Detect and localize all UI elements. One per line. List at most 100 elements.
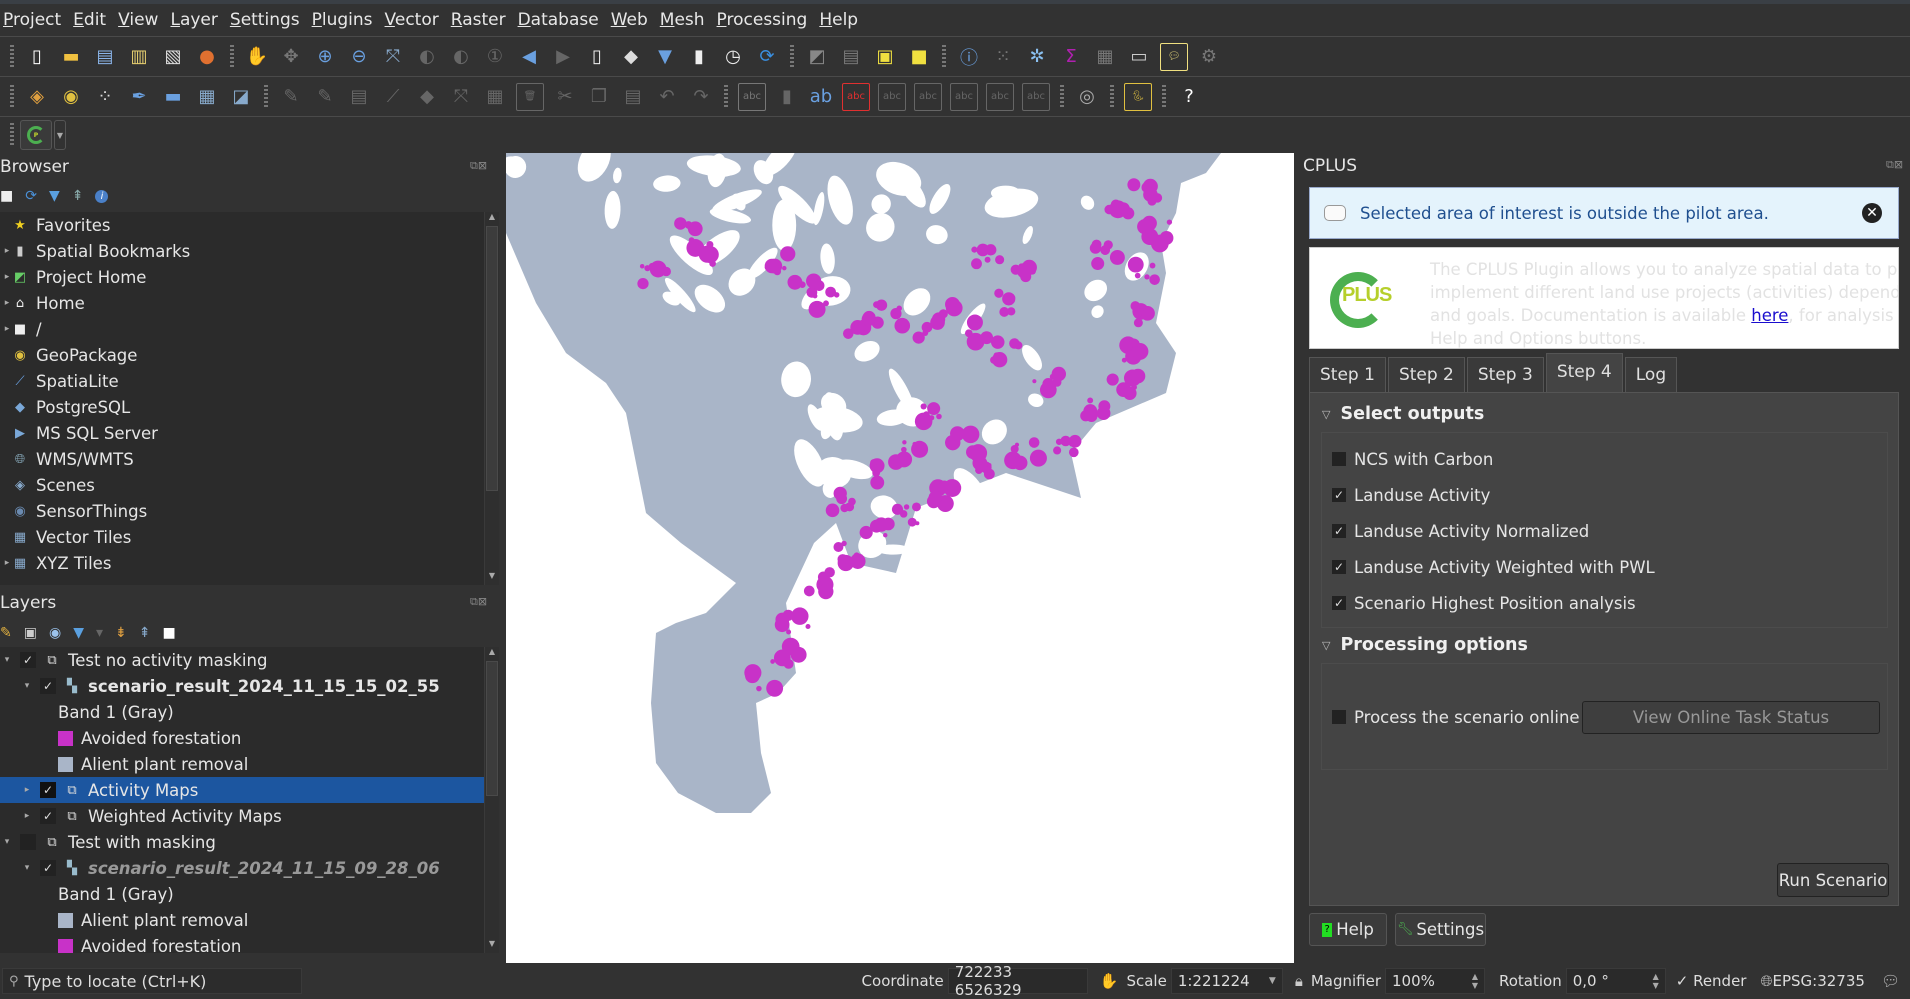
checkbox[interactable]: ✓: [1332, 524, 1346, 538]
menu-mesh[interactable]: Mesh: [657, 10, 714, 30]
deselect-icon[interactable]: ▣: [872, 44, 898, 70]
run-scenario-button[interactable]: Run Scenario: [1777, 863, 1889, 897]
legend-header[interactable]: Band 1 (Gray): [0, 699, 484, 725]
open-attribute-table-icon[interactable]: ▤: [838, 44, 864, 70]
scroll-up-icon[interactable]: ▲: [485, 647, 499, 661]
output-option-checkbox[interactable]: ✓ Landuse Activity Normalized: [1332, 513, 1589, 549]
new-virtual-layer-icon[interactable]: ▬: [160, 84, 186, 110]
data-source-manager-icon[interactable]: ◈: [24, 84, 50, 110]
new-temporary-scratch-layer-icon[interactable]: ⁘: [92, 84, 118, 110]
scroll-down-icon[interactable]: ▼: [485, 571, 499, 585]
settings-button[interactable]: 🔧︎ Settings: [1395, 913, 1486, 946]
close-panel-icon[interactable]: ⊠: [1894, 158, 1903, 171]
change-label-icon[interactable]: abc: [1022, 82, 1050, 111]
browser-item[interactable]: ◉ GeoPackage: [0, 342, 484, 368]
processing-options-header[interactable]: ▽ Processing options: [1322, 635, 1528, 655]
browser-scroll-thumb[interactable]: [486, 226, 498, 491]
collapse-all-icon[interactable]: ⇞: [72, 188, 84, 204]
locator-search[interactable]: ⚲ Type to locate (Ctrl+K): [2, 968, 302, 994]
temporal-controller-icon[interactable]: ◷: [720, 44, 746, 70]
layers-scroll-thumb[interactable]: [486, 661, 498, 796]
new-mesh-layer-icon[interactable]: ▦: [194, 84, 220, 110]
select-features-icon[interactable]: ◩: [804, 44, 830, 70]
expand-arrow-icon[interactable]: ▾: [22, 863, 32, 873]
menu-help[interactable]: Help: [816, 10, 867, 30]
metasearch-icon[interactable]: ◎: [1074, 84, 1100, 110]
show-hide-labels-icon[interactable]: abc: [914, 82, 942, 111]
save-project-icon[interactable]: ▤: [92, 44, 118, 70]
new-3d-map-icon[interactable]: ◆: [618, 44, 644, 70]
close-panel-icon[interactable]: ⊠: [478, 159, 487, 172]
properties-info-icon[interactable]: i: [95, 189, 109, 203]
messages-icon[interactable]: 💬︎: [1881, 972, 1900, 990]
layer-tree-item[interactable]: ▾ ✓ ⧉ Test no activity masking: [0, 647, 484, 673]
expand-arrow-icon[interactable]: ▾: [22, 681, 32, 691]
checkbox[interactable]: [1332, 452, 1346, 466]
menu-processing[interactable]: Processing: [714, 10, 817, 30]
legend-header[interactable]: Band 1 (Gray): [0, 881, 484, 907]
zoom-out-icon[interactable]: ⊖: [346, 44, 372, 70]
layer-tree-item[interactable]: ▾ ✓ ▚ scenario_result_2024_11_15_15_02_55: [0, 673, 484, 699]
zoom-to-layer-icon[interactable]: ◐: [448, 44, 474, 70]
spin-arrows-icon[interactable]: ▲ ▼: [1472, 972, 1478, 990]
layer-visibility-checkbox[interactable]: ✓: [40, 678, 56, 694]
layer-tree-item[interactable]: ▾ ⧉ Test with masking: [0, 829, 484, 855]
remove-layer-icon[interactable]: ■: [162, 625, 175, 641]
visibility-eye-icon[interactable]: ◉: [49, 625, 61, 641]
save-edits-icon[interactable]: ▤: [346, 84, 372, 110]
layers-scrollbar[interactable]: ▲ ▼: [484, 647, 499, 953]
filter-icon[interactable]: ▼: [49, 188, 60, 204]
zoom-next-icon[interactable]: ▶: [550, 44, 576, 70]
browser-scrollbar[interactable]: ▲ ▼: [484, 212, 499, 585]
toggle-labels-icon[interactable]: abc: [842, 82, 870, 111]
tab-step-4[interactable]: Step 4: [1545, 353, 1623, 392]
tab-step-2[interactable]: Step 2: [1387, 357, 1465, 392]
browser-item[interactable]: ⟋ SpatiaLite: [0, 368, 484, 394]
lock-scale-icon[interactable]: 🔒︎: [1295, 972, 1303, 990]
layout-manager-icon[interactable]: ▧: [160, 44, 186, 70]
style-manager-icon[interactable]: ✎: [0, 625, 12, 641]
expand-all-icon[interactable]: ⇟: [115, 625, 127, 641]
view-online-task-status-button[interactable]: View Online Task Status: [1582, 701, 1880, 734]
select-outputs-header[interactable]: ▽ Select outputs: [1322, 404, 1484, 424]
redo-icon[interactable]: ↷: [688, 84, 714, 110]
map-canvas[interactable]: [506, 153, 1294, 963]
spin-arrows-icon[interactable]: ▲ ▼: [1653, 972, 1659, 990]
layer-tree-item[interactable]: ▸ ✓ ⧉ Weighted Activity Maps: [0, 803, 484, 829]
vertex-tool-icon[interactable]: ⤧: [448, 84, 474, 110]
add-layer-icon[interactable]: ■: [0, 188, 13, 204]
browser-item[interactable]: ◉ SensorThings: [0, 498, 484, 524]
delete-selected-icon[interactable]: 🗑︎: [516, 82, 544, 111]
undo-icon[interactable]: ↶: [654, 84, 680, 110]
output-option-checkbox[interactable]: NCS with Carbon: [1332, 441, 1493, 477]
cplus-plugin-button[interactable]: P: [20, 120, 52, 150]
float-panel-icon[interactable]: ⧉: [470, 595, 478, 608]
close-panel-icon[interactable]: ⊠: [478, 595, 487, 608]
copy-features-icon[interactable]: ❐: [586, 84, 612, 110]
magnifier-spinbox[interactable]: 100% ▲ ▼: [1385, 968, 1485, 994]
browser-item[interactable]: ▸ ⌂ Home: [0, 290, 484, 316]
layer-visibility-checkbox[interactable]: ✓: [40, 808, 56, 824]
open-project-icon[interactable]: ▬: [58, 44, 84, 70]
crs-button[interactable]: 🌐︎EPSG:32735: [1760, 972, 1864, 990]
identify-icon[interactable]: ⓘ: [956, 44, 982, 70]
float-panel-icon[interactable]: ⧉: [470, 159, 478, 172]
checkbox[interactable]: [1332, 710, 1346, 724]
expand-arrow-icon[interactable]: ▸: [2, 558, 12, 568]
new-vector-tile-layer-icon[interactable]: ◪: [228, 84, 254, 110]
coordinate-field[interactable]: 722233 6526329: [947, 963, 1088, 999]
menu-plugins[interactable]: Plugins: [309, 10, 382, 30]
float-panel-icon[interactable]: ⧉: [1886, 158, 1894, 171]
plugin-dropdown-button[interactable]: ▼: [54, 120, 66, 150]
refresh-icon[interactable]: ⟳: [25, 188, 37, 204]
legend-item[interactable]: Alient plant removal: [0, 907, 484, 933]
browser-item[interactable]: ▸ ▮ Spatial Bookmarks: [0, 238, 484, 264]
checkbox[interactable]: ✓: [1332, 488, 1346, 502]
filter-legend-icon[interactable]: ▼: [73, 625, 84, 641]
layer-visibility-checkbox[interactable]: [20, 834, 36, 850]
tab-log[interactable]: Log: [1624, 357, 1678, 392]
menu-vector[interactable]: Vector: [382, 10, 448, 30]
browser-item[interactable]: ▸ ◩ Project Home: [0, 264, 484, 290]
checkbox[interactable]: ✓: [1332, 560, 1346, 574]
tab-step-1[interactable]: Step 1: [1309, 357, 1386, 392]
